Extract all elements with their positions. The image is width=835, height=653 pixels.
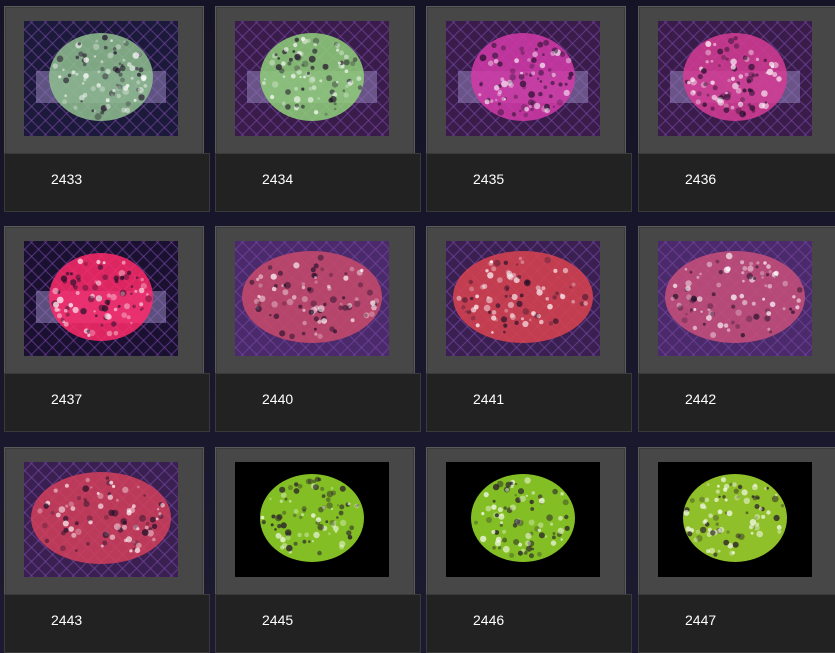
coral-id-label[interactable]: 2447 — [685, 612, 716, 628]
coral-id-label[interactable]: 2440 — [262, 391, 293, 407]
photo-frame — [426, 6, 626, 156]
caption-box: 2440 — [215, 373, 421, 432]
pink-mound-coral-image — [658, 241, 812, 356]
green-pulsing-coral-image — [235, 21, 389, 136]
coral-tile-2446[interactable]: 2446 — [426, 447, 632, 653]
caption-box: 2447 — [638, 594, 835, 653]
coral-tile-2437[interactable]: 2437 — [4, 226, 210, 432]
coral-photo[interactable] — [446, 21, 600, 136]
coral-photo[interactable] — [235, 241, 389, 356]
neon-green-polyp-coral-image — [658, 462, 812, 577]
hot-pink-polyp-coral-image — [24, 241, 178, 356]
coral-id-label[interactable]: 2446 — [473, 612, 504, 628]
coral-id-label[interactable]: 2445 — [262, 612, 293, 628]
coral-photo[interactable] — [446, 462, 600, 577]
red-blue-encrusting-coral-image — [24, 462, 178, 577]
coral-tile-2447[interactable]: 2447 — [638, 447, 835, 653]
coral-photo[interactable] — [235, 462, 389, 577]
coral-photo[interactable] — [658, 21, 812, 136]
coral-id-label[interactable]: 2442 — [685, 391, 716, 407]
coral-tile-2440[interactable]: 2440 — [215, 226, 421, 432]
red-encrusting-coral-image — [235, 241, 389, 356]
coral-tile-2433[interactable]: 2433 — [4, 6, 210, 212]
coral-id-label[interactable]: 2437 — [51, 391, 82, 407]
coral-tile-2442[interactable]: 2442 — [638, 226, 835, 432]
photo-frame — [4, 447, 204, 597]
photo-frame — [4, 226, 204, 376]
coral-gallery: 2433 2434 2435 2436 2437 2440 2441 2442 2443 2445… — [0, 0, 835, 653]
neon-green-polyp-coral-image — [235, 462, 389, 577]
caption-box: 2441 — [426, 373, 632, 432]
coral-id-label[interactable]: 2443 — [51, 612, 82, 628]
caption-box: 2437 — [4, 373, 210, 432]
photo-frame — [638, 447, 835, 597]
photo-frame — [426, 447, 626, 597]
coral-photo[interactable] — [24, 462, 178, 577]
caption-box: 2436 — [638, 153, 835, 212]
caption-box: 2445 — [215, 594, 421, 653]
coral-photo[interactable] — [24, 241, 178, 356]
photo-frame — [426, 226, 626, 376]
photo-frame — [638, 226, 835, 376]
photo-frame — [4, 6, 204, 156]
coral-id-label[interactable]: 2435 — [473, 171, 504, 187]
coral-tile-2434[interactable]: 2434 — [215, 6, 421, 212]
coral-tile-2441[interactable]: 2441 — [426, 226, 632, 432]
caption-box: 2435 — [426, 153, 632, 212]
red-plate-coral-image — [446, 241, 600, 356]
coral-tile-2436[interactable]: 2436 — [638, 6, 835, 212]
caption-box: 2442 — [638, 373, 835, 432]
coral-tile-2435[interactable]: 2435 — [426, 6, 632, 212]
coral-id-label[interactable]: 2434 — [262, 171, 293, 187]
photo-frame — [638, 6, 835, 156]
coral-photo[interactable] — [235, 21, 389, 136]
coral-tile-2443[interactable]: 2443 — [4, 447, 210, 653]
coral-photo[interactable] — [658, 462, 812, 577]
coral-photo[interactable] — [446, 241, 600, 356]
coral-photo[interactable] — [658, 241, 812, 356]
green-button-polyp-coral-image — [24, 21, 178, 136]
pink-frilly-coral-image — [658, 21, 812, 136]
caption-box: 2433 — [4, 153, 210, 212]
coral-id-label[interactable]: 2441 — [473, 391, 504, 407]
caption-box: 2434 — [215, 153, 421, 212]
coral-id-label[interactable]: 2436 — [685, 171, 716, 187]
magenta-polyp-coral-image — [446, 21, 600, 136]
photo-frame — [215, 226, 415, 376]
caption-box: 2443 — [4, 594, 210, 653]
coral-tile-2445[interactable]: 2445 — [215, 447, 421, 653]
photo-frame — [215, 6, 415, 156]
caption-box: 2446 — [426, 594, 632, 653]
coral-photo[interactable] — [24, 21, 178, 136]
neon-green-polyp-coral-image — [446, 462, 600, 577]
photo-frame — [215, 447, 415, 597]
coral-id-label[interactable]: 2433 — [51, 171, 82, 187]
